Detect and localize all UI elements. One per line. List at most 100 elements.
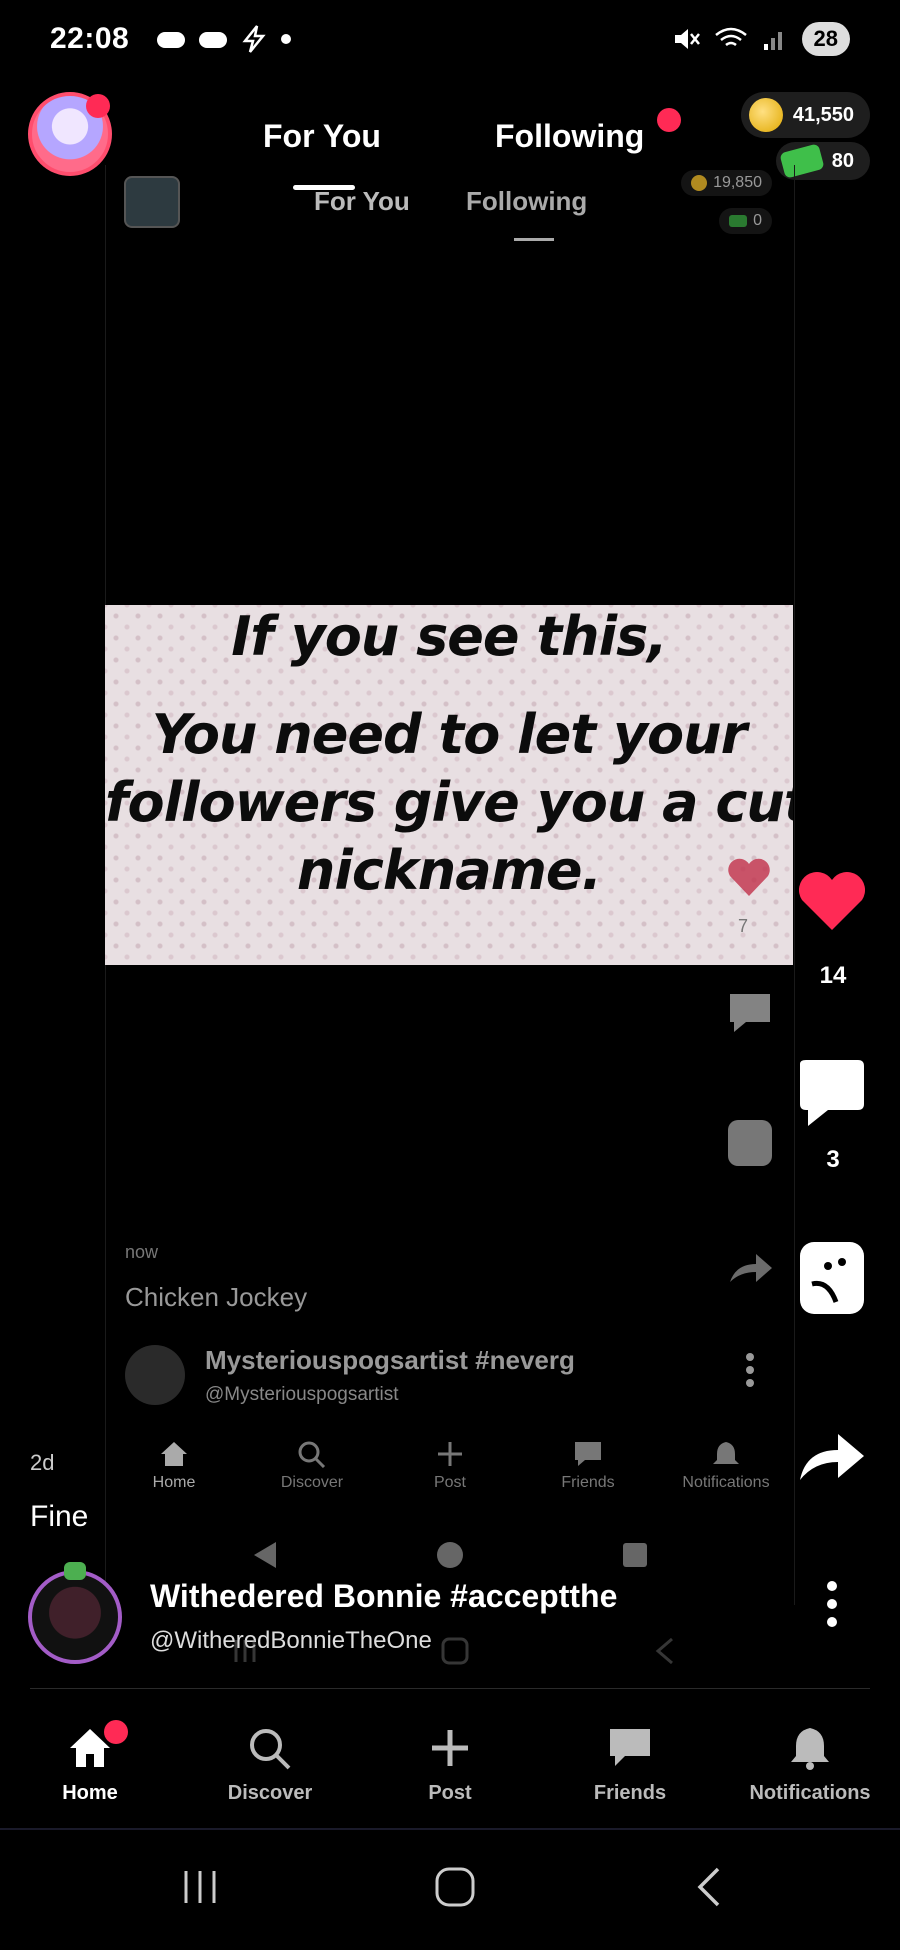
- search-icon: [298, 1441, 326, 1468]
- home-notification-dot: [104, 1720, 128, 1744]
- embedded-nav-discover: Discover: [247, 1440, 377, 1492]
- share-icon[interactable]: [796, 1428, 868, 1484]
- recents-square-icon: [623, 1543, 647, 1567]
- coins-value: 41,550: [792, 103, 854, 126]
- dot-icon: [281, 34, 291, 44]
- embedded-tab-indicator: [514, 238, 554, 241]
- search-icon: [250, 1729, 291, 1770]
- embedded-caption: Chicken Jockey: [125, 1282, 308, 1312]
- embedded-system-nav-faded: [230, 1636, 680, 1666]
- author-name[interactable]: Withedered Bonnie #acceptthe: [150, 1578, 655, 1615]
- cash-icon: [729, 215, 748, 227]
- tab-for-you[interactable]: For You: [263, 118, 381, 155]
- embedded-nav-label: Friends: [561, 1474, 615, 1491]
- embedded-like-count: 7: [738, 916, 749, 936]
- embedded-comment-icon: [730, 994, 770, 1032]
- nav-discover-label: Discover: [227, 1782, 313, 1804]
- nav-friends[interactable]: Friends: [540, 1726, 720, 1805]
- back-triangle-icon: [254, 1542, 276, 1568]
- battery-indicator: 28: [801, 22, 850, 56]
- embedded-time: now: [125, 1242, 159, 1262]
- bell-icon: [791, 1728, 829, 1770]
- embedded-coins: 19,850: [681, 170, 772, 196]
- like-count: 14: [819, 962, 847, 989]
- embedded-nav-label: Post: [433, 1474, 466, 1491]
- nav-notifications-label: Notifications: [749, 1782, 871, 1804]
- post-time: 2d: [30, 1450, 55, 1475]
- notification-dot: [86, 94, 110, 118]
- embedded-cash-value: 0: [753, 212, 762, 229]
- coin-icon: [748, 98, 783, 132]
- embedded-bottom-nav: Home Discover Post Friends Notifications: [105, 1440, 795, 1492]
- nav-post[interactable]: Post: [360, 1726, 540, 1805]
- embedded-nav-notifications: Notifications: [661, 1440, 791, 1492]
- nav-discover[interactable]: Discover: [180, 1726, 360, 1805]
- following-notification-dot: [657, 108, 681, 132]
- tab-following[interactable]: Following: [495, 118, 644, 155]
- nav-home-label: Home: [62, 1782, 118, 1804]
- status-system-icons: 28: [672, 22, 850, 56]
- author-badge-icon: [64, 1562, 86, 1580]
- game-controller-icon: [157, 32, 185, 48]
- bottom-nav: Home Discover Post Friends Notifications: [0, 1700, 900, 1830]
- embedded-author-handle: @Mysteriouspogsartist: [205, 1384, 399, 1405]
- nav-divider: [0, 1828, 900, 1830]
- signal-icon: [763, 32, 782, 50]
- lightning-icon: [242, 25, 266, 53]
- divider: [30, 1688, 870, 1689]
- coin-icon: [691, 175, 708, 191]
- like-heart-icon[interactable]: [796, 870, 868, 934]
- nav-post-label: Post: [428, 1782, 472, 1804]
- back-icon[interactable]: [690, 1865, 730, 1909]
- profile-avatar[interactable]: [28, 92, 112, 176]
- comment-icon[interactable]: [796, 1058, 868, 1130]
- embedded-avatar: [124, 176, 180, 228]
- nav-home[interactable]: Home: [0, 1720, 180, 1805]
- chat-icon: [610, 1729, 650, 1766]
- coins-balance[interactable]: 41,550: [740, 92, 870, 138]
- embedded-remix-icon: [728, 1120, 772, 1166]
- home-button-icon[interactable]: [433, 1865, 477, 1909]
- more-options-icon[interactable]: [822, 1580, 842, 1628]
- nav-notifications[interactable]: Notifications: [720, 1726, 900, 1805]
- embedded-nav-friends: Friends: [523, 1440, 653, 1492]
- post-caption: Fine: [30, 1500, 89, 1533]
- embedded-tab-following: Following: [466, 186, 588, 216]
- status-notification-icons: [155, 24, 293, 54]
- plus-icon: [432, 1730, 468, 1766]
- comment-count: 3: [826, 1146, 840, 1173]
- embedded-nav-home: Home: [109, 1440, 239, 1492]
- home-square-icon: [441, 1637, 469, 1665]
- image-text-line: nickname.: [296, 839, 602, 902]
- post-image[interactable]: If you see this, You need to let your fo…: [105, 605, 793, 965]
- back-chevron-icon: [655, 1637, 673, 1665]
- cash-value: 80: [831, 149, 854, 172]
- system-nav-bar: [180, 1865, 730, 1909]
- embedded-more-icon: [746, 1353, 754, 1387]
- recents-icon: [234, 1640, 256, 1662]
- home-circle-icon: [437, 1542, 463, 1568]
- embedded-coins-value: 19,850: [713, 174, 762, 191]
- embedded-nav-label: Notifications: [682, 1474, 770, 1491]
- embedded-author-avatar: [125, 1345, 185, 1405]
- mute-icon: [674, 29, 700, 49]
- plus-icon: [438, 1442, 462, 1466]
- nav-friends-label: Friends: [593, 1782, 667, 1804]
- embedded-nav-label: Home: [152, 1474, 196, 1491]
- home-icon: [161, 1442, 187, 1466]
- chat-icon: [575, 1442, 601, 1466]
- status-time: 22:08: [50, 22, 130, 55]
- game-controller-icon: [199, 32, 227, 48]
- bell-icon: [713, 1442, 739, 1464]
- embedded-system-nav: [250, 1540, 650, 1570]
- author-avatar[interactable]: [28, 1570, 122, 1664]
- recents-icon[interactable]: [180, 1867, 220, 1907]
- embedded-tab-for-you: For You: [314, 186, 410, 216]
- image-text-line: You need to let your: [151, 703, 747, 766]
- embedded-nav-label: Discover: [280, 1474, 344, 1491]
- wifi-icon: [714, 27, 747, 47]
- embedded-nav-post: Post: [385, 1440, 515, 1492]
- embedded-cash: 0: [719, 208, 772, 234]
- embedded-heart-icon: [728, 858, 770, 896]
- remix-icon[interactable]: [798, 1240, 866, 1316]
